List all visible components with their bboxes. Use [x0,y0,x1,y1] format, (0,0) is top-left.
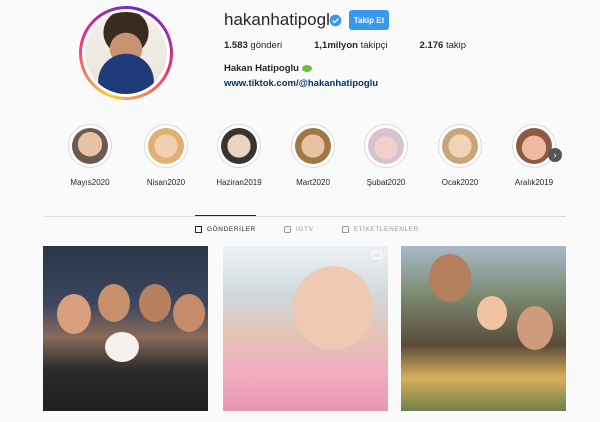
profile-avatar [85,12,167,94]
tab-igtv[interactable]: IGTV [283,216,314,233]
profile-avatar-ring[interactable] [79,6,173,100]
post-person [57,294,91,334]
highlight-label: Ocak2020 [441,178,479,187]
tab-igtv-label: IGTV [295,226,314,233]
post-baby-face [293,266,373,350]
grid-icon [195,226,202,233]
highlight-label: Haziran2019 [216,178,262,187]
verified-badge-icon [329,14,342,27]
highlight-label: Mart2020 [296,178,330,187]
follow-button[interactable]: Takip Et [349,10,389,30]
tab-tagged[interactable]: ETİKETLENENLER [341,216,420,233]
highlight-label: Nisan2020 [146,178,186,187]
stat-posts: 1.583 gönderi [224,40,282,51]
post-dog [105,332,139,362]
highlight-cover-image [442,128,478,164]
post-person [173,294,205,332]
post-person [517,306,553,350]
highlight-cover-ring [291,124,335,168]
highlight-item[interactable]: Mart2020 [283,124,343,187]
stat-followers-label: takipçi [360,40,388,51]
post-person [98,284,130,322]
bio-link[interactable]: www.tiktok.com/@hakanhatipoglu [224,78,378,89]
post-thumbnail[interactable] [43,246,208,411]
avocado-emoji-icon [301,64,312,72]
post-person [139,284,171,322]
profile-avatar-frame [82,9,170,97]
full-name-text: Hakan Hatipoglu [224,63,299,74]
story-highlights: Mayıs2020 Nisan2020 Haziran2019 Mart2020… [58,124,568,194]
igtv-icon [283,226,291,233]
highlight-cover-ring [364,124,408,168]
stat-followers-value: 1,1milyon [314,40,358,51]
profile-stats: 1.583 gönderi 1,1milyon takipçi 2.176 ta… [224,40,498,51]
highlight-cover-image [368,128,404,164]
profile-tabs: GÖNDERİLER IGTV ETİKETLENENLER [195,215,447,233]
highlight-label: Aralık2019 [514,178,554,187]
highlight-label: Şubat2020 [366,178,406,187]
stat-followers[interactable]: 1,1milyon takipçi [314,40,387,51]
stat-following-label: takip [445,40,467,51]
highlight-cover-image [295,128,331,164]
highlights-next-arrow-icon[interactable]: › [548,148,562,162]
stat-following-value: 2.176 [419,40,444,51]
highlight-cover-image [516,128,552,164]
highlight-cover-ring [68,124,112,168]
profile-full-name: Hakan Hatipoglu [224,63,312,74]
stat-following[interactable]: 2.176 takip [420,40,467,51]
highlight-cover-ring [217,124,261,168]
post-thumbnail[interactable] [401,246,566,411]
video-icon [372,251,382,259]
post-baby-face [477,296,507,330]
highlight-cover-image [221,128,257,164]
highlight-item[interactable]: Ocak2020 [430,124,490,187]
tab-posts[interactable]: GÖNDERİLER [195,215,256,233]
post-thumbnail[interactable] [223,246,388,411]
highlight-item[interactable]: Mayıs2020 [60,124,120,187]
highlight-cover-ring [512,124,556,168]
highlight-item[interactable]: Nisan2020 [136,124,196,187]
highlight-label: Mayıs2020 [70,178,110,187]
tagged-icon [341,226,349,233]
highlight-cover-image [72,128,108,164]
highlight-cover-ring [438,124,482,168]
highlight-item[interactable]: Şubat2020 [356,124,416,187]
stat-posts-label: gönderi [250,40,283,51]
tab-posts-label: GÖNDERİLER [207,226,256,233]
profile-username: hakanhatipoglu [224,10,340,29]
highlight-cover-ring [144,124,188,168]
post-person [429,254,471,302]
tab-tagged-label: ETİKETLENENLER [353,226,420,233]
stat-posts-value: 1.583 [224,40,248,51]
highlight-item[interactable]: Haziran2019 [209,124,269,187]
highlight-cover-image [148,128,184,164]
